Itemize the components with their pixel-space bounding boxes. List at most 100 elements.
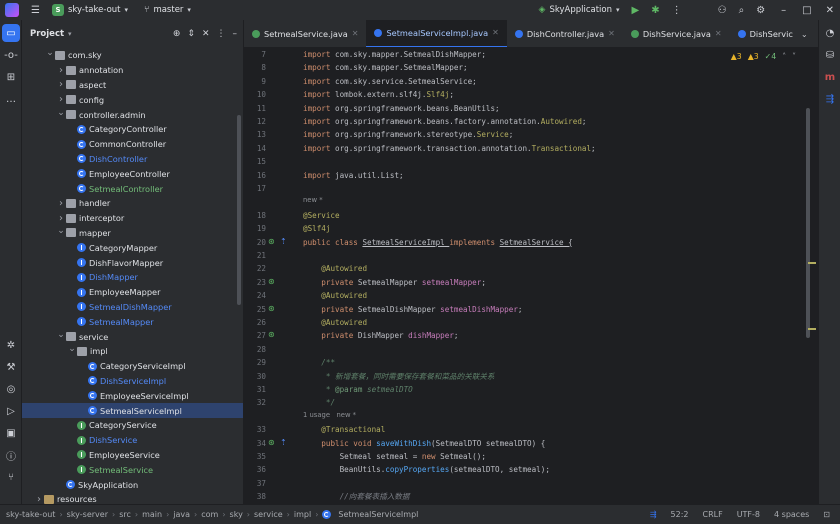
- run-tool-button[interactable]: ▷: [2, 402, 20, 420]
- spring-bean-gutter-icon[interactable]: ⊛: [268, 330, 275, 339]
- tree-scrollbar[interactable]: [237, 115, 241, 305]
- tree-item[interactable]: SetmealController: [22, 181, 243, 196]
- close-tab-icon[interactable]: ✕: [492, 28, 499, 37]
- close-button[interactable]: ✕: [826, 0, 834, 20]
- code-line[interactable]: @Transactional: [303, 423, 385, 436]
- tree-item[interactable]: DishController: [22, 152, 243, 167]
- tree-item[interactable]: › aspect: [22, 78, 243, 93]
- breadcrumb-item[interactable]: service: [254, 510, 283, 519]
- code-line[interactable]: Setmeal setmeal = new Setmeal();: [303, 450, 486, 463]
- chevron-down-icon[interactable]: ⌄: [56, 330, 66, 340]
- tree-item[interactable]: CategoryService: [22, 418, 243, 433]
- tree-item[interactable]: ⌄ mapper: [22, 226, 243, 241]
- code-line[interactable]: import java.util.List;: [303, 169, 404, 182]
- problems-tool-button[interactable]: ⓘ: [2, 446, 20, 464]
- tree-item[interactable]: ⌄ com.sky: [22, 48, 243, 63]
- chevron-down-icon[interactable]: ˅: [792, 52, 796, 61]
- breadcrumb-item[interactable]: sky-take-out: [6, 510, 55, 519]
- implements-gutter-icon[interactable]: ⇡: [280, 237, 287, 246]
- run-config-selector[interactable]: ◈ SkyApplication ▾: [539, 0, 620, 20]
- tree-item[interactable]: DishMapper: [22, 270, 243, 285]
- breadcrumb-item[interactable]: main: [142, 510, 162, 519]
- services-tool-button[interactable]: ◎: [2, 380, 20, 398]
- code-line[interactable]: public void saveWithDish(SetmealDTO setm…: [303, 437, 545, 450]
- editor-tab[interactable]: DishServic: [730, 20, 801, 47]
- code-line[interactable]: import lombok.extern.slf4j.Slf4j;: [303, 88, 454, 101]
- close-tab-icon[interactable]: ✕: [608, 29, 615, 38]
- inlay-hint[interactable]: new *: [303, 196, 323, 204]
- spring-bean-gutter-icon[interactable]: ⊛: [268, 277, 275, 286]
- code-line[interactable]: * @param setmealDTO: [303, 383, 413, 396]
- more-tools-button[interactable]: …: [2, 90, 20, 108]
- spring-bean-gutter-icon[interactable]: ⊛: [268, 438, 275, 447]
- chevron-right-icon[interactable]: ›: [56, 79, 66, 90]
- file-encoding[interactable]: UTF-8: [737, 510, 760, 519]
- code-line[interactable]: * 新增套餐，同时需要保存套餐和菜品的关联关系: [303, 370, 495, 383]
- chevron-right-icon[interactable]: ›: [56, 213, 66, 224]
- code-line[interactable]: public class SetmealServiceImpl implemen…: [303, 236, 573, 249]
- structure-tool-button[interactable]: ⊞: [2, 68, 20, 86]
- code-line[interactable]: import org.springframework.beans.BeanUti…: [303, 102, 500, 115]
- editor-tab[interactable]: DishService.java ✕: [623, 20, 730, 47]
- run-button[interactable]: ▶: [632, 0, 640, 20]
- more-vertical-icon[interactable]: ⋮: [217, 29, 226, 39]
- tree-item[interactable]: CommonController: [22, 137, 243, 152]
- tree-item[interactable]: SkyApplication: [22, 477, 243, 492]
- code-line[interactable]: import org.springframework.transaction.a…: [303, 142, 596, 155]
- debug-button[interactable]: ✱: [651, 0, 659, 20]
- lock-icon[interactable]: ⊡: [823, 510, 830, 519]
- close-tab-icon[interactable]: ✕: [715, 29, 722, 38]
- code-line[interactable]: import com.sky.mapper.SetmealDishMapper;: [303, 48, 486, 61]
- chevron-up-icon[interactable]: ˄: [782, 52, 786, 61]
- tree-item[interactable]: CategoryServiceImpl: [22, 359, 243, 374]
- editor-tab[interactable]: DishController.java ✕: [507, 20, 623, 47]
- code-line[interactable]: @Autowired: [303, 289, 367, 302]
- tree-item[interactable]: › annotation: [22, 63, 243, 78]
- breadcrumb-item[interactable]: impl: [294, 510, 311, 519]
- tree-item[interactable]: › config: [22, 92, 243, 107]
- chevron-down-icon[interactable]: ⌄: [56, 226, 66, 236]
- minimize-button[interactable]: –: [781, 0, 786, 20]
- tree-item[interactable]: ⌄ impl: [22, 344, 243, 359]
- breadcrumb-item[interactable]: sky: [230, 510, 243, 519]
- chevron-down-icon[interactable]: ▾: [68, 30, 72, 38]
- tree-item[interactable]: DishFlavorMapper: [22, 255, 243, 270]
- inspection-widget[interactable]: ▲3 ▲3 ✓4 ˄ ˅: [731, 52, 796, 61]
- git-tool-button[interactable]: ⑂: [2, 468, 20, 486]
- code-line[interactable]: /**: [303, 356, 335, 369]
- breadcrumb-item[interactable]: sky-server: [67, 510, 108, 519]
- chevron-down-icon[interactable]: ⌄: [67, 344, 77, 354]
- more-actions-button[interactable]: ⋮: [672, 0, 682, 20]
- code-line[interactable]: import com.sky.mapper.SetmealMapper;: [303, 61, 468, 74]
- add-user-button[interactable]: ⚇: [718, 0, 727, 20]
- code-line[interactable]: @Service: [303, 209, 340, 222]
- hide-panel-icon[interactable]: –: [233, 29, 238, 39]
- tree-item[interactable]: EmployeeService: [22, 448, 243, 463]
- tree-item[interactable]: CategoryController: [22, 122, 243, 137]
- notifications-button[interactable]: ◔: [821, 24, 839, 42]
- tree-item[interactable]: SetmealDishMapper: [22, 300, 243, 315]
- debug-tool-button[interactable]: ✲: [2, 336, 20, 354]
- chevron-right-icon[interactable]: ›: [56, 65, 66, 76]
- mybatis-button[interactable]: ⇶: [821, 90, 839, 108]
- code-line[interactable]: private DishMapper dishMapper;: [303, 329, 458, 342]
- code-line[interactable]: BeanUtils.copyProperties(setmealDTO, set…: [303, 463, 550, 476]
- vcs-branch-widget[interactable]: ⑂ master ▾: [144, 0, 191, 20]
- code-editor[interactable]: 7 8 9 10 11 12 13 14 15 16 17 18 19 20 ⊛ ⇡ 21 22 23 ⊛ 24 25 ⊛ 2…: [244, 48, 818, 504]
- search-button[interactable]: ⌕: [739, 0, 745, 20]
- cursor-position[interactable]: 52:2: [671, 510, 689, 519]
- tree-item[interactable]: SetmealMapper: [22, 314, 243, 329]
- editor-tab[interactable]: SetmealService.java ✕: [244, 20, 366, 47]
- app-logo[interactable]: [0, 0, 19, 20]
- code-line[interactable]: @Autowired: [303, 262, 367, 275]
- tree-item[interactable]: CategoryMapper: [22, 240, 243, 255]
- tree-item[interactable]: › interceptor: [22, 211, 243, 226]
- code-line[interactable]: @Slf4j: [303, 222, 330, 235]
- tree-item[interactable]: SetmealServiceImpl: [22, 403, 243, 418]
- inlay-hint[interactable]: 1 usage new *: [303, 411, 356, 419]
- editor-tab[interactable]: SetmealServiceImpl.java ✕: [366, 20, 507, 47]
- code-line[interactable]: import com.sky.service.SetmealService;: [303, 75, 477, 88]
- breadcrumb-item[interactable]: java: [173, 510, 190, 519]
- code-line[interactable]: //向套餐表插入数据: [303, 490, 410, 503]
- chevron-down-icon[interactable]: ⌄: [45, 48, 55, 58]
